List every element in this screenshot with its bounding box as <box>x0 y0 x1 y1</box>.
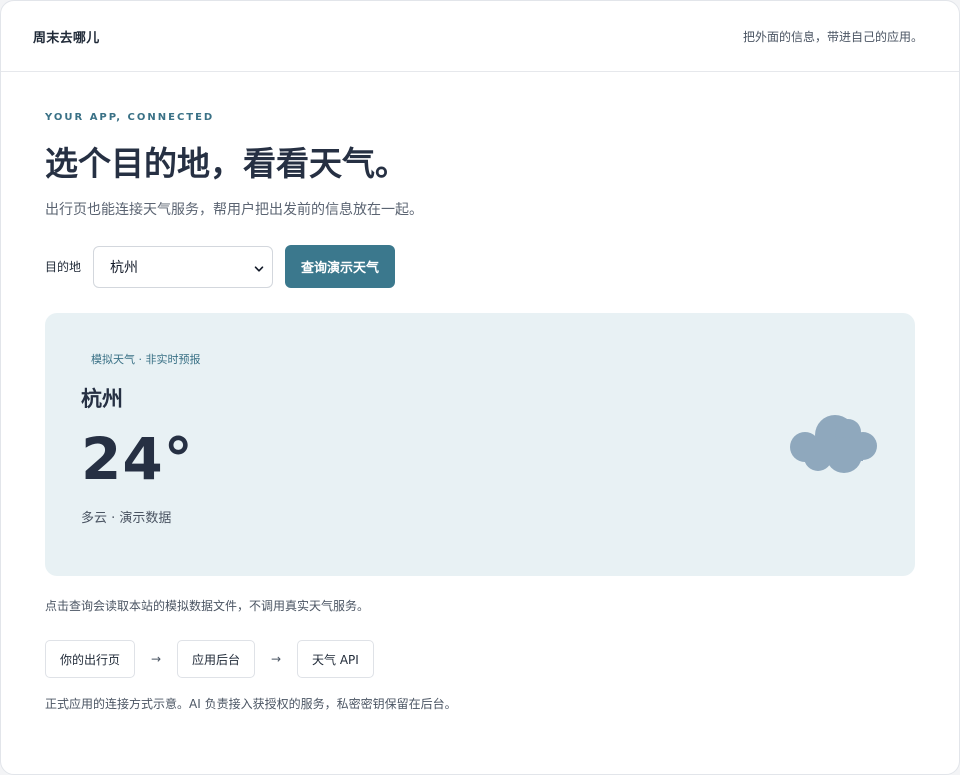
connection-flow: 你的出行页 → 应用后台 → 天气 API <box>45 640 915 678</box>
arrow-right-icon: → <box>271 652 282 666</box>
page-subtitle: 出行页也能连接天气服务，帮用户把出发前的信息放在一起。 <box>45 202 423 218</box>
weather-temperature: 24° <box>81 425 194 493</box>
flow-step-backend: 应用后台 <box>177 640 256 678</box>
demo-badge: 模拟天气 · 非实时预报 <box>91 353 201 366</box>
demo-note: 点击查询会读取本站的模拟数据文件，不调用真实天气服务。 <box>45 599 370 613</box>
page-title: 选个目的地，看看天气。 <box>45 144 408 183</box>
eyebrow-label: YOUR APP, CONNECTED <box>45 112 215 123</box>
app-window: 周末去哪儿 把外面的信息，带进自己的应用。 YOUR APP, CONNECTE… <box>0 0 960 775</box>
selected-city: 杭州 <box>110 259 139 276</box>
top-header: 周末去哪儿 把外面的信息，带进自己的应用。 <box>1 1 959 72</box>
arrow-right-icon: → <box>150 652 162 666</box>
flow-footnote: 正式应用的连接方式示意。AI 负责接入获授权的服务，私密密钥保留在后台。 <box>45 697 457 711</box>
cloud-icon <box>789 413 877 477</box>
destination-form: 目的地 杭州 查询演示天气 <box>45 245 915 288</box>
query-weather-button[interactable]: 查询演示天气 <box>285 245 396 288</box>
destination-label: 目的地 <box>45 260 82 274</box>
weather-card: 模拟天气 · 非实时预报 杭州 24° 多云 · 演示数据 <box>45 313 915 576</box>
header-tagline: 把外面的信息，带进自己的应用。 <box>742 29 923 44</box>
brand-name[interactable]: 周末去哪儿 <box>33 27 100 46</box>
weather-condition: 多云 · 演示数据 <box>81 511 172 526</box>
main-content: YOUR APP, CONNECTED 选个目的地，看看天气。 出行页也能连接天… <box>1 112 959 712</box>
flow-step-weather-api: 天气 API <box>297 640 374 678</box>
flow-step-app: 你的出行页 <box>45 640 136 678</box>
chevron-down-icon <box>254 262 264 272</box>
weather-city: 杭州 <box>81 387 123 411</box>
destination-select[interactable]: 杭州 <box>93 245 274 288</box>
